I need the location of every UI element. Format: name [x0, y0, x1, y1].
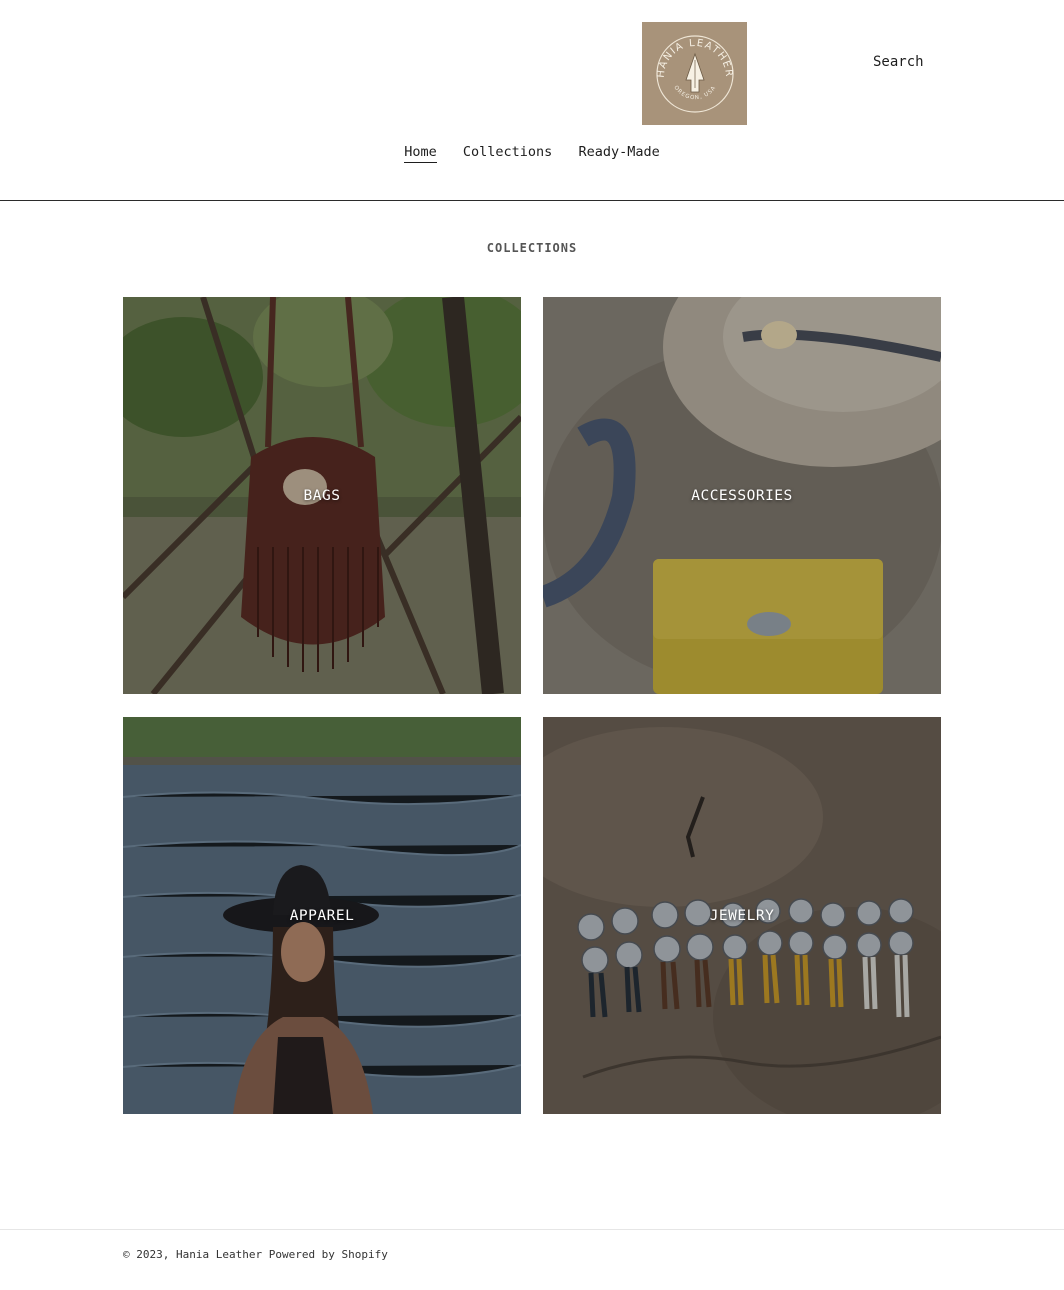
brand-logo[interactable]: HANIA LEATHER OREGON, USA [642, 22, 747, 125]
search-link[interactable]: Search [873, 54, 924, 70]
nav-home[interactable]: Home [404, 144, 437, 163]
collection-tile-bags[interactable]: BAGS [123, 297, 521, 694]
footer-text: © 2023, Hania Leather Powered by Shopify [123, 1248, 388, 1261]
site-footer: © 2023, Hania Leather Powered by Shopify [0, 1229, 1064, 1290]
section-title: COLLECTIONS [486, 241, 578, 255]
collection-tile-jewelry[interactable]: JEWELRY [543, 717, 941, 1114]
arrowhead-logo-icon: HANIA LEATHER OREGON, USA [656, 35, 734, 113]
collection-label-apparel: APPAREL [289, 907, 355, 924]
nav-collections[interactable]: Collections [463, 144, 552, 162]
site-header: HANIA LEATHER OREGON, USA Search Home Co… [0, 0, 1064, 201]
collection-label-accessories: ACCESSORIES [691, 487, 793, 504]
powered-by-link[interactable]: Powered by Shopify [269, 1248, 388, 1261]
collection-label-bags: BAGS [303, 487, 341, 504]
collection-tile-accessories[interactable]: ACCESSORIES [543, 297, 941, 694]
main-nav: Home Collections Ready-Made [0, 144, 1064, 163]
nav-ready-made[interactable]: Ready-Made [578, 144, 659, 162]
collection-label-jewelry: JEWELRY [709, 907, 775, 924]
copyright-text: © 2023, Hania Leather [123, 1248, 263, 1261]
collection-tile-apparel[interactable]: APPAREL [123, 717, 521, 1114]
